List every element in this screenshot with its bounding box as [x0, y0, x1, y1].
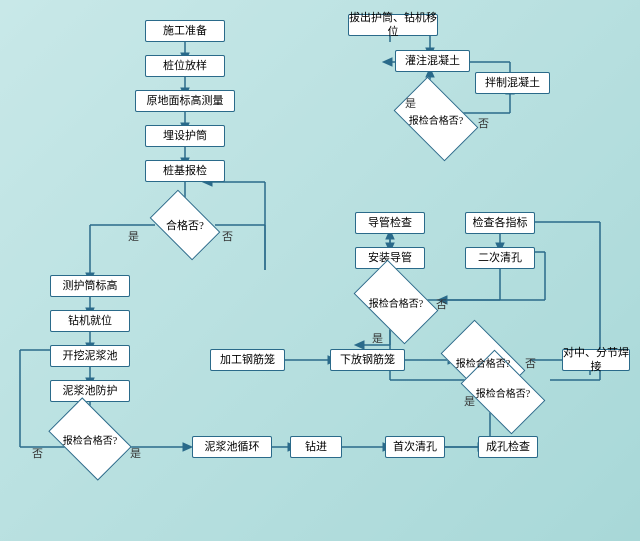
box-桩位放样: 桩位放样	[145, 55, 225, 77]
label-否4: 否	[436, 296, 447, 312]
box-成孔检查: 成孔检查	[478, 436, 538, 458]
box-施工准备: 施工准备	[145, 20, 225, 42]
box-泥浆池防护: 泥浆池防护	[50, 380, 130, 402]
box-二次清孔: 二次清孔	[465, 247, 535, 269]
box-测护筒标高: 测护筒标高	[50, 275, 130, 297]
box-桩基报检: 桩基报检	[145, 160, 225, 182]
box-埋设护筒: 埋设护筒	[145, 125, 225, 147]
diamond-合格否: 合格否?	[155, 205, 215, 245]
label-是4: 是	[372, 330, 383, 346]
label-否5: 否	[478, 115, 489, 131]
label-是1: 是	[128, 228, 139, 244]
box-灌注混凝土: 灌注混凝土	[395, 50, 470, 72]
box-加工钢筋笼: 加工钢筋笼	[210, 349, 285, 371]
box-钻进: 钻进	[290, 436, 342, 458]
box-首次清孔: 首次清孔	[385, 436, 445, 458]
box-检查各指标: 检查各指标	[465, 212, 535, 234]
box-下放钢筋笼: 下放钢筋笼	[330, 349, 405, 371]
box-导管检查: 导管检查	[355, 212, 425, 234]
box-拌制混凝土: 拌制混凝土	[475, 72, 550, 94]
diamond-报检合格否1: 报检合格否?	[55, 415, 125, 463]
box-原地面标高测量: 原地面标高测量	[135, 90, 235, 112]
label-是2: 是	[130, 445, 141, 461]
diamond-报检合格否4: 报检合格否?	[360, 278, 432, 326]
diamond-报检合格否3: 报检合格否?	[467, 368, 539, 416]
box-泥浆池循环: 泥浆池循环	[192, 436, 272, 458]
label-是5: 是	[405, 95, 416, 111]
label-否1: 否	[222, 228, 233, 244]
box-拔出护筒钻机移位: 拔出护筒、钻机移位	[348, 14, 438, 36]
flowchart-container: 施工准备 桩位放样 原地面标高测量 埋设护筒 桩基报检 合格否? 是 否 测护筒…	[0, 0, 640, 541]
box-钻机就位: 钻机就位	[50, 310, 130, 332]
box-开挖泥浆池: 开挖泥浆池	[50, 345, 130, 367]
box-对中分节焊接: 对中、分节焊接	[562, 349, 630, 371]
label-否2: 否	[32, 445, 43, 461]
